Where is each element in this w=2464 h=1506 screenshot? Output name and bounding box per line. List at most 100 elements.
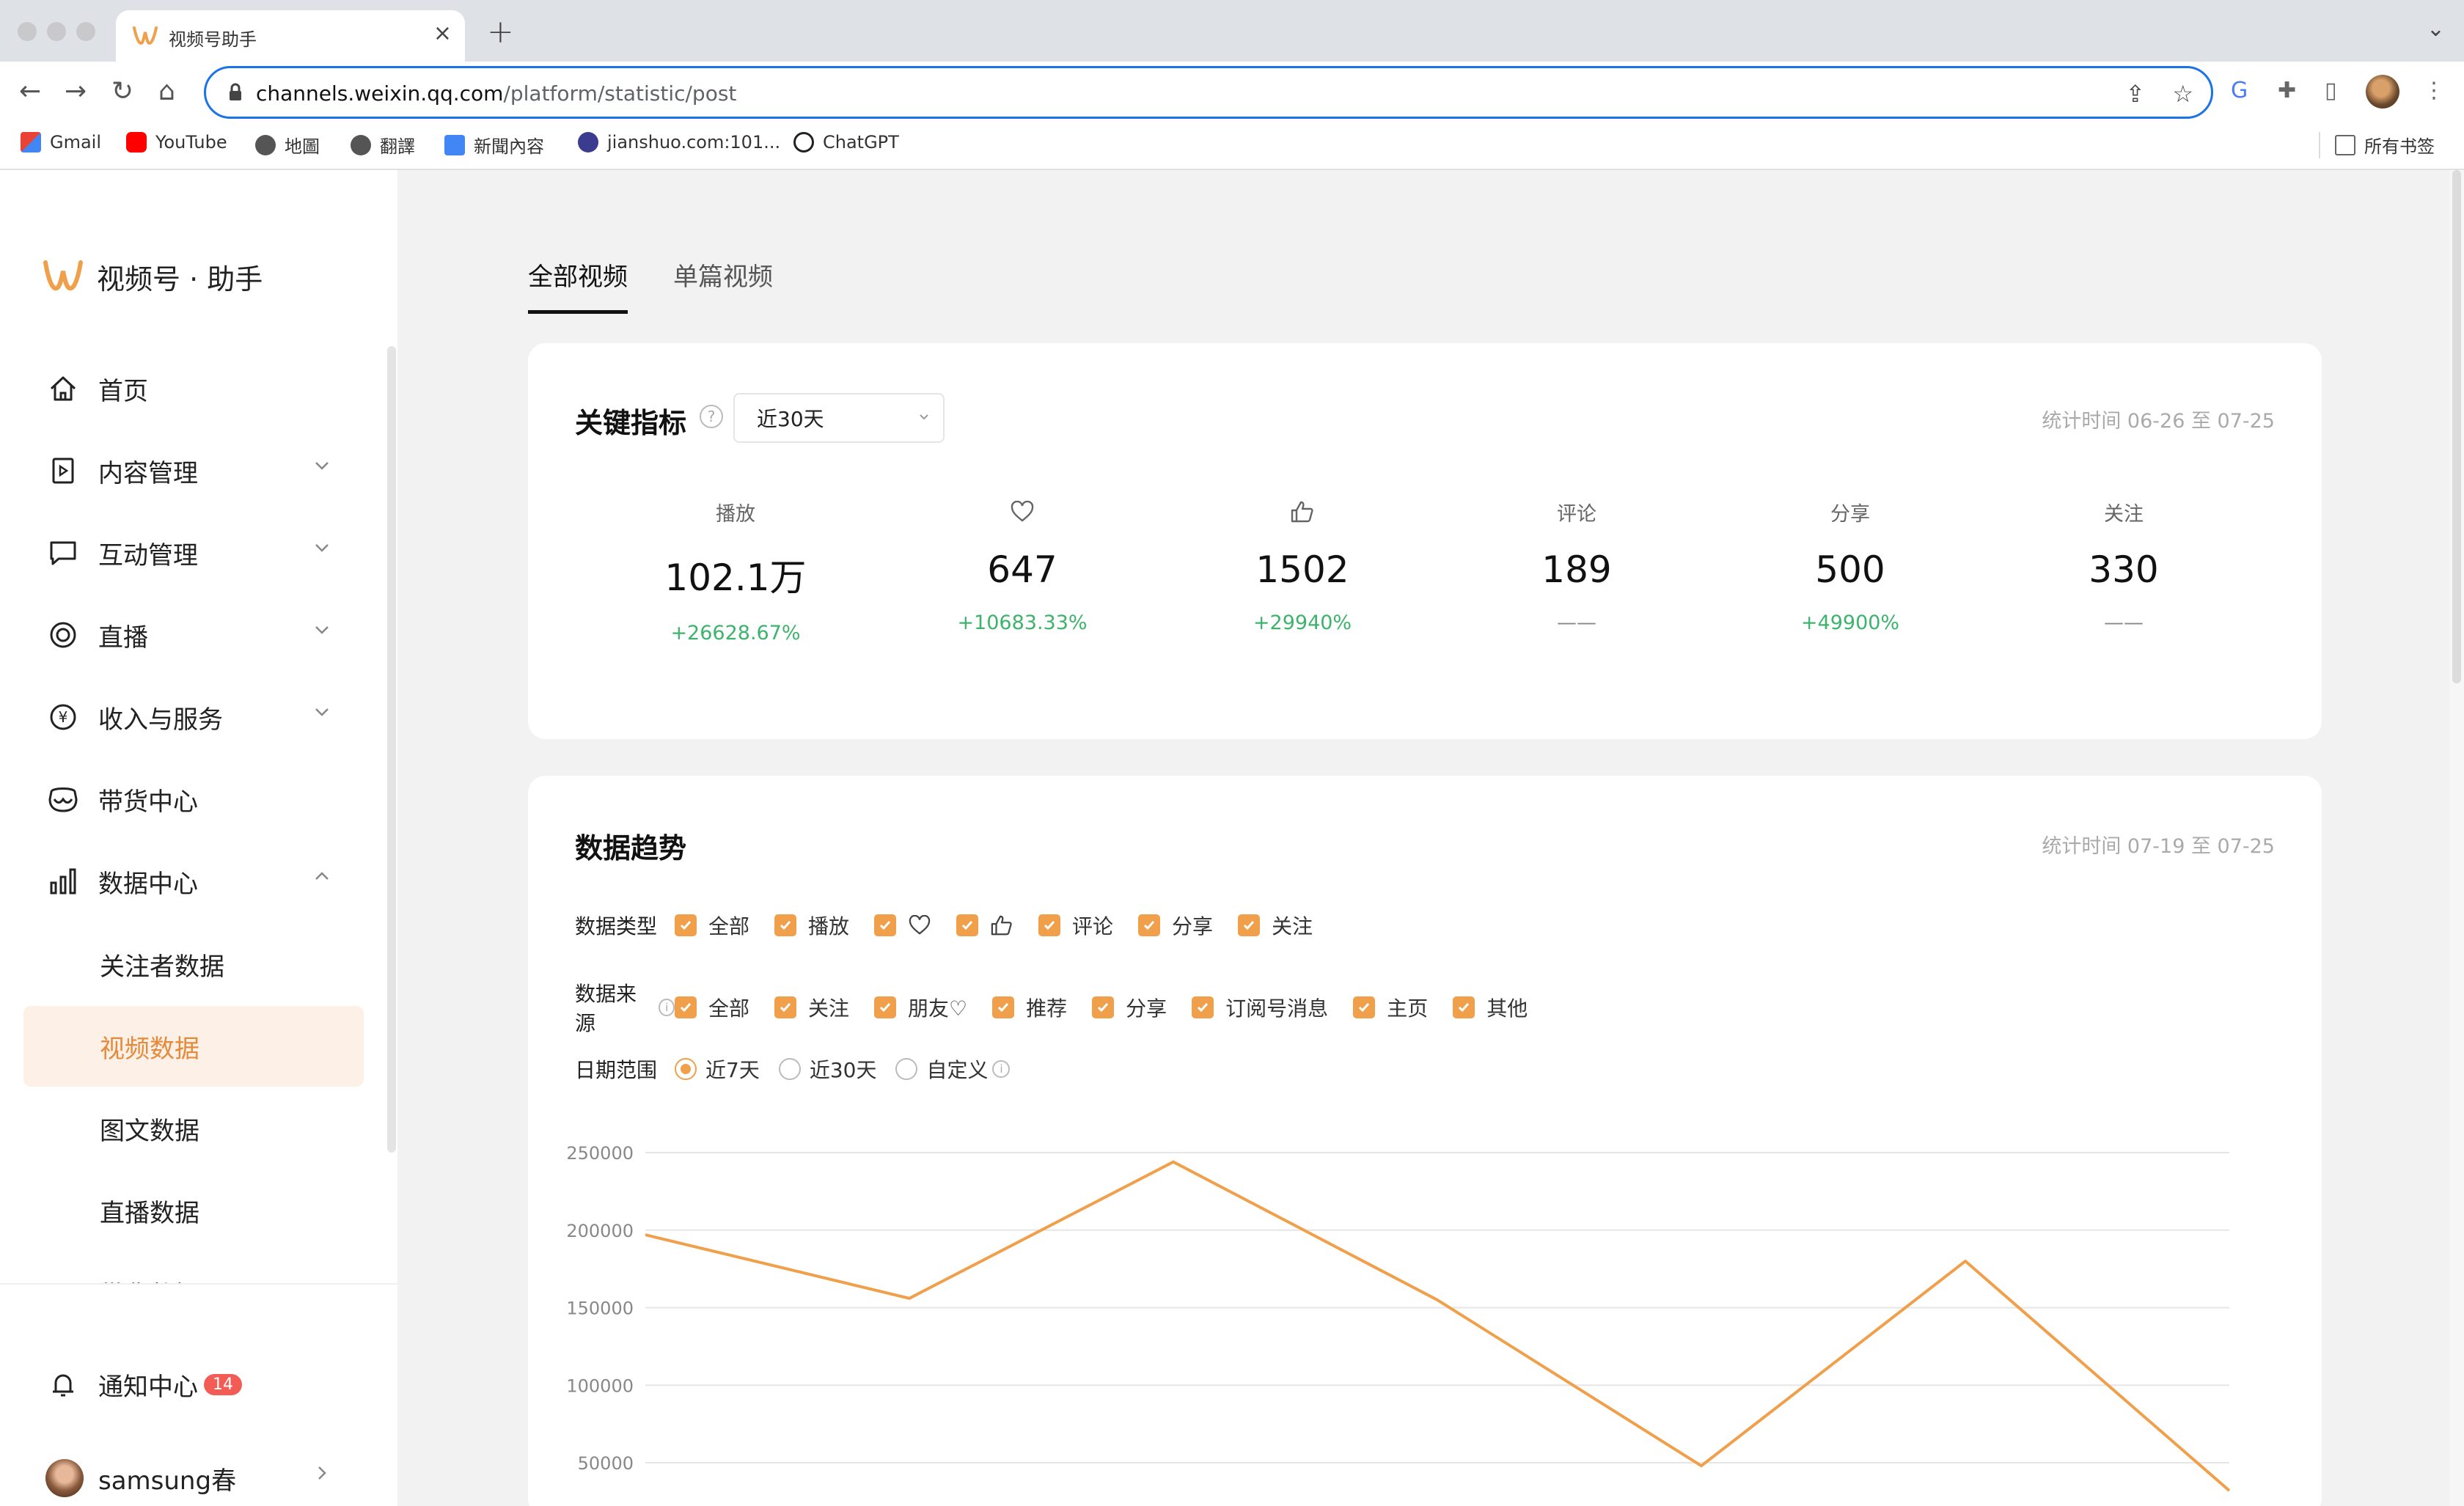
metric-change: —— [1557,611,1596,634]
radio-custom[interactable]: 自定义 i [895,1054,1011,1084]
radio-unselected-icon [895,1058,918,1080]
all-bookmarks[interactable]: 所有书签 [2335,132,2435,158]
sidebar-item-income[interactable]: ¥ 收入与服务 [23,682,364,752]
window-zoom-dot[interactable] [76,22,95,41]
checkbox-source-share[interactable]: 分享 [1092,993,1167,1022]
page-scrollbar[interactable] [2449,170,2464,1506]
profile-avatar[interactable] [2366,75,2399,109]
close-tab-icon[interactable]: × [433,21,452,46]
metric-shares: 分享 500 +49900% [1740,497,1960,635]
browser-tab[interactable]: 视频号助手 × [116,10,465,62]
bookmark-maps[interactable]: 地圖 [255,132,320,158]
reload-icon[interactable]: ↻ [111,76,133,106]
sidebar-subitem-live-data[interactable]: 直播数据 [23,1170,364,1251]
checkbox-source-friends[interactable]: 朋友♡ [874,993,967,1022]
checkbox-type-plays[interactable]: 播放 [774,911,849,940]
checkbox-source-other[interactable]: 其他 [1453,993,1528,1022]
browser-toolbar: ← → ↻ ⌂ channels.weixin.qq.com/platform/… [0,62,2464,125]
radio-last-7-days[interactable]: 近7天 [675,1054,760,1084]
sidebar-item-label: 直播 [98,622,148,653]
checkbox-source-homepage[interactable]: 主页 [1353,993,1428,1022]
radio-selected-icon [675,1058,697,1080]
share-icon[interactable]: ⇪ [2125,80,2145,108]
info-icon[interactable]: i [659,999,675,1016]
forward-icon[interactable]: → [65,76,87,106]
checkbox-source-all[interactable]: 全部 [675,993,749,1022]
checkbox-type-follows[interactable]: 关注 [1238,911,1313,940]
new-tab-icon[interactable]: + [487,13,514,51]
bookmark-youtube[interactable]: YouTube [126,132,227,153]
bookmark-news[interactable]: 新聞內容 [444,132,544,158]
sidebar-item-interaction[interactable]: 互动管理 [23,518,364,588]
data-trend-stat-time: 统计时间 07-19 至 07-25 [2042,835,2275,858]
home-browser-icon[interactable]: ⌂ [158,76,175,106]
app-logo[interactable]: 视频号 · 助手 [43,257,263,297]
series-line [645,1160,2231,1492]
checkbox-type-thumb[interactable] [956,914,1013,936]
checkbox-type-heart[interactable] [874,914,931,936]
tab-search-chevron-icon[interactable]: ⌄ [2427,16,2445,42]
sidebar-item-home[interactable]: 首页 [23,353,364,424]
content-icon [47,455,79,487]
chevron-down-icon [315,626,329,634]
address-bar[interactable]: channels.weixin.qq.com/platform/statisti… [204,66,2213,119]
channels-logo-icon [43,260,83,290]
info-icon[interactable]: i [992,1060,1011,1078]
bookmark-chatgpt[interactable]: ChatGPT [793,132,899,153]
notifications-label: 通知中心 [98,1372,198,1402]
heart-icon [909,915,931,935]
checkbox-type-all[interactable]: 全部 [675,911,749,940]
side-panel-icon[interactable]: ▯ [2325,78,2337,103]
sidebar-item-user[interactable]: samsung春 [23,1443,364,1506]
bookmark-translate[interactable]: 翻譯 [351,132,415,158]
metric-change: +49900% [1800,611,1900,634]
tab-all-videos[interactable]: 全部视频 [528,257,628,314]
browser-tab-bar: 视频号助手 × + ⌄ [0,0,2464,62]
checkbox-label: 播放 [808,914,850,939]
page-scrollbar-thumb[interactable] [2452,170,2461,683]
tab-single-video[interactable]: 单篇视频 [673,257,773,314]
range-select[interactable]: 近30天 [733,393,945,443]
checkbox-label: 推荐 [1026,996,1068,1021]
help-icon[interactable]: ? [700,405,723,428]
checkbox-type-comments[interactable]: 评论 [1038,911,1113,940]
radio-last-30-days[interactable]: 近30天 [778,1054,876,1084]
sidebar-item-data-center[interactable]: 数据中心 [23,846,364,917]
sidebar-item-shop[interactable]: 带货中心 [23,764,364,834]
checkbox-source-recommend[interactable]: 推荐 [992,993,1067,1022]
sidebar-subitem-followers[interactable]: 关注者数据 [23,924,364,1004]
openai-icon [793,132,814,153]
checkbox-source-follow[interactable]: 关注 [774,993,849,1022]
window-close-dot[interactable] [18,22,37,41]
data-trend-title: 数据趋势 [575,832,687,864]
metric-value: 102.1万 [664,557,807,599]
url-text[interactable]: channels.weixin.qq.com/platform/statisti… [256,81,736,106]
checkbox-checked-icon [956,914,979,936]
extensions-puzzle-icon[interactable]: ✚ [2278,78,2296,103]
kebab-menu-icon[interactable]: ⋮ [2423,78,2445,103]
translate-icon[interactable]: G [2231,78,2248,103]
window-minimize-dot[interactable] [47,22,66,41]
chevron-down-icon [315,462,329,470]
sidebar-subitem-sales-data[interactable]: 带货数据 [23,1252,364,1284]
sidebar-subitem-video-data[interactable]: 视频数据 [23,1006,364,1087]
checkbox-type-shares[interactable]: 分享 [1138,911,1213,940]
sidebar-item-live[interactable]: 直播 [23,600,364,670]
bookmark-jianshuo[interactable]: jianshuo.com:101... [578,132,780,153]
sidebar-item-notifications[interactable]: 通知中心 14 [23,1349,364,1419]
bookmark-gmail[interactable]: Gmail [21,132,101,153]
metric-change: +10683.33% [957,611,1088,634]
checkbox-checked-icon [1453,996,1475,1018]
filter-title: 日期范围 [575,1058,658,1082]
sidebar-scrollbar[interactable] [387,346,396,1153]
sidebar-subitem-label: 直播数据 [100,1198,199,1228]
checkbox-label [990,914,1013,936]
sidebar-subitem-post-data[interactable]: 图文数据 [23,1088,364,1169]
sidebar-item-content[interactable]: 内容管理 [23,436,364,506]
sidebar-item-label: 带货中心 [98,787,198,817]
bookmark-star-icon[interactable]: ☆ [2172,80,2193,108]
checkbox-label: 全部 [708,996,750,1021]
checkbox-source-subscription[interactable]: 订阅号消息 [1192,993,1328,1022]
back-icon[interactable]: ← [19,76,41,106]
key-metrics-title: 关键指标 [575,407,687,439]
